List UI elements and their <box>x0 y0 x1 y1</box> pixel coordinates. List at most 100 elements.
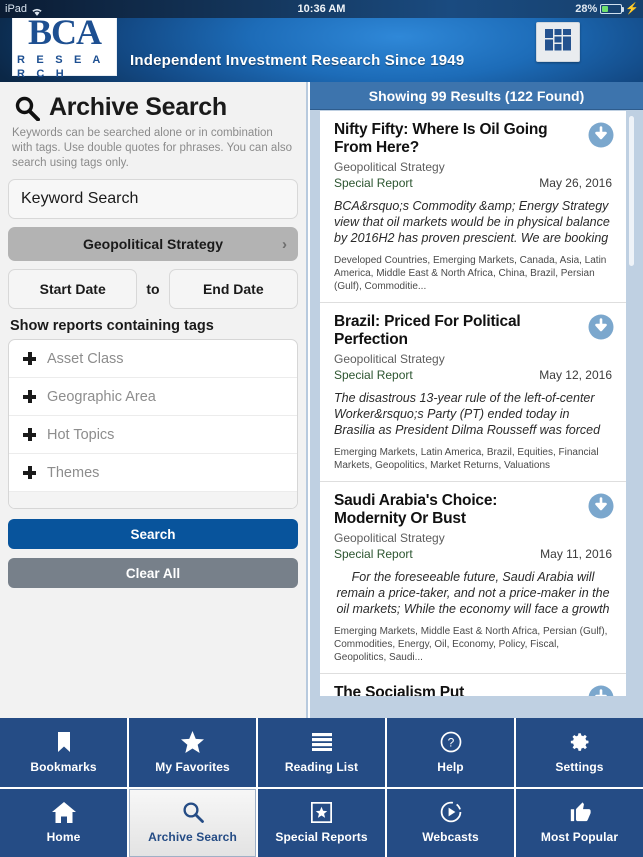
tab-label: Home <box>46 830 81 845</box>
results-panel: Showing 99 Results (122 Found) Nifty Fif… <box>310 82 643 718</box>
app-root: iPad 10:36 AM 28% ⚡ BCA R E S E A R C H … <box>0 0 643 857</box>
gear-icon <box>569 731 591 753</box>
bookmark-icon <box>56 731 72 753</box>
logo-subtext: R E S E A R C H <box>17 54 105 80</box>
download-circle-icon <box>588 493 614 523</box>
clear-all-button[interactable]: Clear All <box>8 558 298 588</box>
tag-group-label: Geographic Area <box>47 388 156 405</box>
date-separator-label: to <box>146 281 160 297</box>
tab-help[interactable]: ? Help <box>387 718 514 787</box>
download-button[interactable] <box>588 493 614 519</box>
scrollbar-thumb[interactable] <box>629 116 634 266</box>
tab-label: Most Popular <box>540 830 619 845</box>
date-range-row: Start Date to End Date <box>8 269 298 309</box>
home-icon <box>51 801 76 823</box>
battery-icon <box>600 4 625 14</box>
download-button[interactable] <box>588 122 614 148</box>
tab-special-reports[interactable]: Special Reports <box>258 788 385 857</box>
result-row[interactable]: Brazil: Priced For Political Perfection … <box>320 303 626 482</box>
download-circle-icon <box>588 314 614 344</box>
tab-home[interactable]: Home <box>0 788 127 857</box>
tag-list-filler <box>9 492 297 508</box>
plus-icon <box>23 428 36 441</box>
download-button[interactable] <box>588 685 614 696</box>
star-icon <box>181 730 204 753</box>
download-button[interactable] <box>588 314 614 340</box>
clock: 10:36 AM <box>297 3 346 15</box>
results-list[interactable]: Nifty Fifty: Where Is Oil Going From Her… <box>320 111 626 696</box>
plus-icon <box>23 466 36 479</box>
tag-group-label: Themes <box>47 464 100 481</box>
play-circle-icon <box>440 801 462 823</box>
plus-icon <box>23 352 36 365</box>
battery-percent: 28% <box>575 3 598 15</box>
tab-bookmarks[interactable]: Bookmarks <box>0 718 127 787</box>
logo-wordmark: BCA <box>27 12 102 52</box>
tab-label: My Favorites <box>155 759 230 774</box>
tag-groups-list: Asset Class Geographic Area Hot Topics T… <box>8 339 298 509</box>
tab-label: Settings <box>555 759 604 774</box>
plus-icon <box>23 390 36 403</box>
tab-label: Bookmarks <box>30 759 97 774</box>
main-content: Archive Search Keywords can be searched … <box>0 82 643 718</box>
tab-most-popular[interactable]: Most Popular <box>516 788 643 857</box>
result-title: The Socialism Put <box>334 684 465 696</box>
result-row[interactable]: The Socialism Put Geopolitical Strategy … <box>320 674 626 696</box>
grid-layout-button[interactable] <box>536 22 580 62</box>
result-date: May 11, 2016 <box>540 547 612 561</box>
status-bar-right: 28% ⚡ <box>575 0 639 18</box>
result-title: Saudi Arabia's Choice: Modernity Or Bust <box>334 492 498 527</box>
result-meta-row: Special Report May 11, 2016 <box>334 546 612 562</box>
tab-reading-list[interactable]: Reading List <box>258 718 385 787</box>
tab-label: Archive Search <box>148 830 237 845</box>
bca-logo: BCA R E S E A R C H <box>12 8 117 80</box>
result-meta-row: Special Report May 26, 2016 <box>334 175 612 191</box>
tab-label: Help <box>437 759 464 774</box>
result-tags: Emerging Markets, Middle East & North Af… <box>334 626 608 663</box>
result-type: Special Report <box>334 547 413 561</box>
publication-select[interactable]: Geopolitical Strategy › <box>8 227 298 261</box>
tag-group-themes[interactable]: Themes <box>9 454 297 492</box>
start-date-field[interactable]: Start Date <box>8 269 138 309</box>
list-lines-icon <box>311 731 332 753</box>
tab-my-favorites[interactable]: My Favorites <box>129 718 256 787</box>
result-abstract: BCA&rsquo;s Commodity &amp; Energy Strat… <box>334 199 610 245</box>
search-panel: Archive Search Keywords can be searched … <box>0 82 308 718</box>
lightning-bolt-icon: ⚡ <box>625 3 639 15</box>
search-button[interactable]: Search <box>8 519 298 549</box>
result-row[interactable]: Nifty Fifty: Where Is Oil Going From Her… <box>320 111 626 303</box>
tag-group-geographic-area[interactable]: Geographic Area <box>9 378 297 416</box>
search-icon <box>182 801 204 824</box>
result-type: Special Report <box>334 368 413 382</box>
results-count-header: Showing 99 Results (122 Found) <box>310 82 643 110</box>
result-meta-row: Special Report May 12, 2016 <box>334 367 612 383</box>
result-publication: Geopolitical Strategy <box>334 531 445 545</box>
search-input[interactable] <box>8 179 298 219</box>
thumbs-up-icon <box>569 801 591 823</box>
tab-settings[interactable]: Settings <box>516 718 643 787</box>
tag-group-asset-class[interactable]: Asset Class <box>9 340 297 378</box>
page-title-row: Archive Search <box>14 93 298 122</box>
result-tags: Emerging Markets, Latin America, Brazil,… <box>334 447 599 471</box>
tab-label: Webcasts <box>422 830 479 845</box>
grid-layout-icon <box>544 28 572 57</box>
result-row[interactable]: Saudi Arabia's Choice: Modernity Or Bust… <box>320 482 626 674</box>
result-abstract: The disastrous 13-year rule of the left-… <box>334 391 601 437</box>
result-publication: Geopolitical Strategy <box>334 352 445 366</box>
tab-archive-search[interactable]: Archive Search <box>129 788 256 857</box>
result-date: May 12, 2016 <box>539 368 612 382</box>
star-square-icon <box>311 801 332 823</box>
result-type: Special Report <box>334 176 413 190</box>
bottom-tab-bar: Bookmarks My Favorites Reading List ? He… <box>0 718 643 857</box>
tags-heading: Show reports containing tags <box>10 318 214 334</box>
status-bar: iPad 10:36 AM 28% ⚡ <box>0 0 643 18</box>
tab-webcasts[interactable]: Webcasts <box>387 788 514 857</box>
tab-label: Special Reports <box>275 830 368 845</box>
search-help-text: Keywords can be searched alone or in com… <box>12 127 293 169</box>
result-title: Nifty Fifty: Where Is Oil Going From Her… <box>334 121 548 156</box>
tag-group-hot-topics[interactable]: Hot Topics <box>9 416 297 454</box>
end-date-field[interactable]: End Date <box>168 269 298 309</box>
tab-label: Reading List <box>284 759 359 774</box>
tag-group-label: Asset Class <box>47 350 124 367</box>
results-scrollbar[interactable] <box>629 116 634 676</box>
